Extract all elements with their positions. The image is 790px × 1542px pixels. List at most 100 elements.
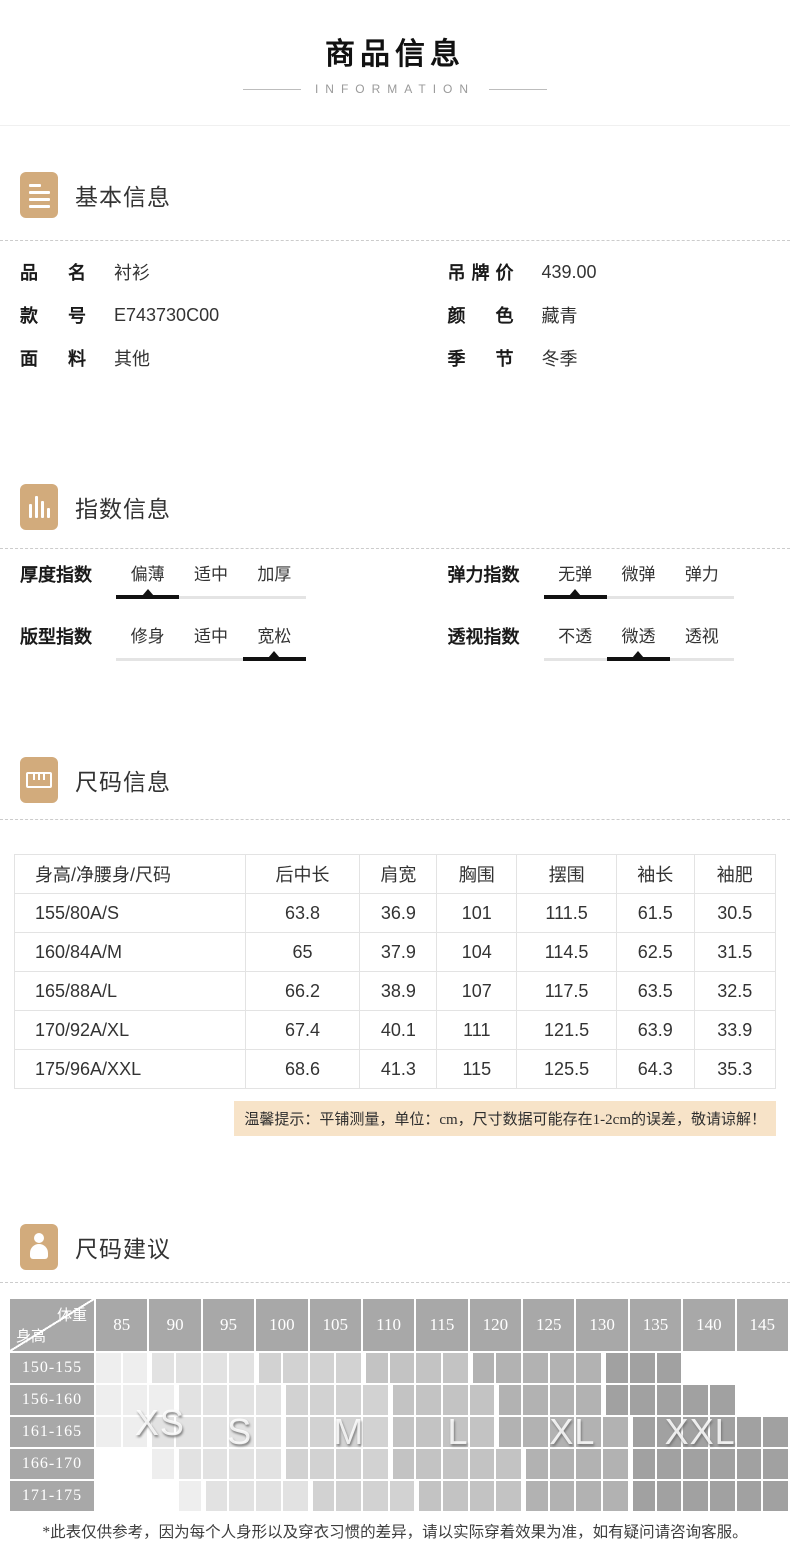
size-zone-cell [603, 1353, 628, 1383]
size-zone-cell [256, 1353, 281, 1383]
table-cell: 125.5 [516, 1049, 617, 1089]
page-header: 商品信息 INFORMATION [0, 0, 790, 99]
index-option: 宽松 [257, 627, 292, 646]
size-zone-cell [469, 1417, 495, 1447]
table-cell: 107 [436, 971, 518, 1011]
size-zone-cell [256, 1417, 281, 1447]
size-zone-cell [416, 1417, 441, 1447]
index-label: 厚度指数 [20, 565, 92, 585]
size-info-title: 尺码信息 [75, 769, 171, 795]
document-lines-icon [20, 172, 58, 218]
size-zone-cell [683, 1449, 708, 1479]
size-zone-cell [202, 1481, 228, 1511]
size-zone-cell [496, 1449, 522, 1479]
empty-cell [96, 1481, 121, 1511]
weight-header-cell: 90 [149, 1299, 201, 1351]
table-cell: 170/92A/XL [14, 1010, 246, 1050]
table-row: 165/88A/L 66.2 38.9 107 117.5 63.5 32.5 [14, 971, 777, 1011]
size-zone-cell [736, 1449, 762, 1479]
height-header-cell: 161-165 [10, 1417, 94, 1447]
table-cell: 175/96A/XXL [14, 1049, 246, 1089]
size-info-section-header: 尺码信息 [0, 757, 790, 803]
size-zone-cell [362, 1353, 388, 1383]
size-zone-cell [496, 1385, 522, 1415]
size-zone-cell [176, 1353, 201, 1383]
table-cell: 115 [436, 1049, 518, 1089]
weight-header-cell: 145 [736, 1299, 788, 1351]
table-cell: 160/84A/M [14, 932, 246, 972]
size-zone-cell [443, 1417, 468, 1447]
size-zone-cell [282, 1353, 308, 1383]
basic-info-section-header: 基本信息 [0, 172, 790, 218]
size-zone-cell [229, 1481, 255, 1511]
table-cell: 66.2 [244, 971, 361, 1011]
size-zone-cell [656, 1353, 682, 1383]
size-zone-cell [122, 1417, 148, 1447]
index-selected-caret [141, 589, 154, 596]
table-cell: 111.5 [516, 893, 617, 933]
empty-cell [683, 1353, 708, 1383]
field-row: 吊牌价 439.00 [448, 259, 771, 285]
size-zone-cell [362, 1417, 388, 1447]
table-cell: 40.1 [359, 1010, 438, 1050]
size-zone-cell [763, 1449, 788, 1479]
size-zone-cell [629, 1417, 655, 1447]
size-zone-cell [496, 1353, 522, 1383]
table-cell: 63.9 [615, 1010, 695, 1050]
index-options: 修身 适中 宽松 [116, 625, 306, 661]
table-cell: 61.5 [615, 893, 695, 933]
index-info-section-header: 指数信息 [0, 484, 790, 530]
size-zone-cell [763, 1481, 788, 1511]
size-zone-cell [202, 1449, 228, 1479]
weight-header-cell: 85 [96, 1299, 148, 1351]
table-cell: 104 [436, 932, 518, 972]
weight-header-cell: 125 [523, 1299, 575, 1351]
index-option-list: 无弹 微弹 弹力 [544, 563, 734, 587]
index-option: 弹力 [684, 565, 719, 584]
size-zone-cell [656, 1385, 682, 1415]
table-cell: 36.9 [359, 893, 438, 933]
index-option: 修身 [130, 627, 165, 646]
weight-header-cell: 115 [416, 1299, 468, 1351]
index-option: 无弹 [558, 565, 593, 584]
size-zone-cell [549, 1449, 575, 1479]
size-zone-cell [176, 1385, 201, 1415]
size-zone-cell [576, 1481, 602, 1511]
table-cell: 63.8 [244, 893, 361, 933]
size-zone-cell [309, 1481, 335, 1511]
table-header-cell: 身高/净腰身/尺码 [14, 854, 246, 894]
index-selected-caret [268, 651, 281, 658]
table-row: 155/80A/S 63.8 36.9 101 111.5 61.5 30.5 [14, 893, 777, 933]
size-zone-cell [336, 1353, 361, 1383]
index-label: 透视指数 [447, 627, 520, 647]
size-zone-cell [469, 1385, 495, 1415]
field-value: 其他 [114, 349, 150, 369]
size-zone-cell [469, 1449, 495, 1479]
corner-weight-label: 体重 [56, 1308, 87, 1324]
size-zone-cell [149, 1449, 175, 1479]
index-row: 弹力指数 无弹 微弹 弹力 [448, 563, 771, 599]
field-label: 季节 [447, 349, 514, 369]
basic-info-divider [0, 240, 790, 241]
size-zone-cell [443, 1449, 468, 1479]
size-zone-cell [256, 1385, 281, 1415]
table-row: 160/84A/M 65 37.9 104 114.5 62.5 31.5 [14, 932, 777, 972]
index-row: 版型指数 修身 适中 宽松 [20, 625, 448, 661]
field-value: 衬衫 [114, 263, 150, 283]
size-zone-cell [416, 1481, 441, 1511]
table-cell: 64.3 [615, 1049, 695, 1089]
size-zone-cell [336, 1449, 361, 1479]
subtitle-left-line [242, 88, 301, 90]
field-value: 冬季 [541, 349, 578, 369]
field-row: 季节 冬季 [448, 345, 771, 371]
index-selected-caret [632, 651, 645, 658]
size-zone-cell [229, 1353, 255, 1383]
size-zone-cell [282, 1481, 308, 1511]
index-option: 微透 [621, 627, 656, 646]
table-cell: 32.5 [693, 971, 777, 1011]
size-zone-cell [256, 1481, 281, 1511]
size-zone-cell [709, 1385, 735, 1415]
table-cell: 65 [244, 932, 361, 972]
size-zone-cell [336, 1385, 361, 1415]
page-subtitle-row: INFORMATION [0, 79, 790, 99]
